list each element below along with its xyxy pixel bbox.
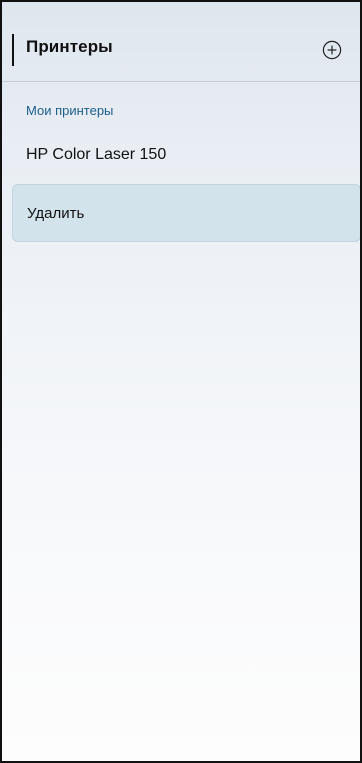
delete-menu-item[interactable]: Удалить bbox=[12, 184, 360, 242]
delete-label: Удалить bbox=[27, 205, 85, 222]
add-printer-button[interactable] bbox=[322, 40, 342, 60]
printers-panel: Принтеры Мои принтеры HP Color Laser 150… bbox=[0, 0, 362, 763]
section-label-my-printers: Мои принтеры bbox=[26, 103, 114, 118]
printer-item[interactable]: HP Color Laser 150 bbox=[26, 146, 166, 164]
plus-circle-icon bbox=[322, 40, 342, 60]
title-accent-bar bbox=[12, 34, 14, 66]
page-title: Принтеры bbox=[26, 37, 113, 56]
panel-header: Принтеры bbox=[2, 2, 360, 82]
